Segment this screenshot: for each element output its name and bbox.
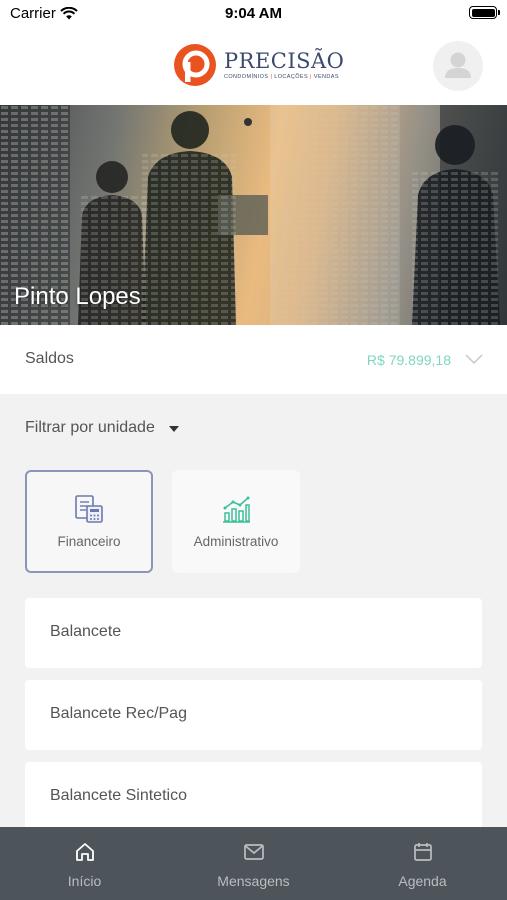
battery-fill bbox=[471, 8, 495, 17]
report-label: Balancete Rec/Pag bbox=[50, 705, 187, 722]
calendar-icon bbox=[413, 843, 432, 861]
status-bar: Carrier 9:04 AM bbox=[0, 0, 507, 28]
clock: 9:04 AM bbox=[225, 5, 282, 22]
saldos-row[interactable]: Saldos R$ 79.899,18 bbox=[0, 325, 507, 394]
bar-chart-trend-icon bbox=[223, 496, 250, 523]
saldos-label: Saldos bbox=[25, 350, 74, 367]
report-item-balancete[interactable]: Balancete bbox=[25, 598, 482, 668]
tagline-item: VENDAS bbox=[313, 74, 339, 80]
logo-tagline: CONDOMÍNIOS | LOCAÇÕES | VENDAS bbox=[224, 74, 339, 80]
filter-label: Filtrar por unidade bbox=[25, 419, 155, 436]
precisao-logo: PRECISÃO CONDOMÍNIOS | LOCAÇÕES | VENDAS bbox=[172, 40, 344, 90]
tab-label: Agenda bbox=[398, 873, 447, 889]
logo-mark-icon bbox=[174, 44, 216, 86]
profile-avatar-button[interactable] bbox=[433, 41, 483, 91]
category-financeiro-card[interactable]: Financeiro bbox=[25, 470, 153, 573]
report-label: Balancete Sintetico bbox=[50, 787, 187, 804]
caret-down-icon bbox=[168, 425, 179, 432]
home-icon bbox=[75, 843, 94, 861]
category-administrativo-card[interactable]: Administrativo bbox=[172, 470, 300, 573]
calculator-document-icon bbox=[75, 495, 103, 523]
user-icon bbox=[445, 52, 471, 78]
hero-banner: Pinto Lopes bbox=[0, 105, 507, 325]
saldos-value: R$ 79.899,18 bbox=[366, 352, 451, 368]
mail-icon bbox=[243, 844, 264, 860]
tab-label: Início bbox=[67, 873, 102, 889]
tab-label: Mensagens bbox=[217, 873, 290, 889]
tab-inicio[interactable]: Início bbox=[0, 827, 169, 900]
category-label: Administrativo bbox=[193, 534, 279, 549]
condominium-name: Pinto Lopes bbox=[14, 283, 141, 310]
report-label: Balancete bbox=[50, 623, 122, 640]
app-header: PRECISÃO CONDOMÍNIOS | LOCAÇÕES | VENDAS bbox=[0, 28, 507, 105]
battery-icon bbox=[469, 6, 500, 19]
bottom-tab-bar: Início Mensagens Agenda bbox=[0, 827, 507, 900]
chevron-down-icon[interactable] bbox=[465, 353, 483, 365]
tagline-item: LOCAÇÕES bbox=[274, 74, 309, 80]
report-item-balancete-sintetico[interactable]: Balancete Sintetico bbox=[25, 762, 482, 832]
report-item-balancete-rec-pag[interactable]: Balancete Rec/Pag bbox=[25, 680, 482, 750]
unit-filter-dropdown[interactable]: Filtrar por unidade bbox=[25, 419, 179, 437]
tab-mensagens[interactable]: Mensagens bbox=[169, 827, 338, 900]
tab-agenda[interactable]: Agenda bbox=[338, 827, 507, 900]
category-label: Financeiro bbox=[57, 534, 121, 549]
tagline-item: CONDOMÍNIOS bbox=[224, 74, 269, 80]
logo-name: PRECISÃO bbox=[224, 49, 345, 73]
